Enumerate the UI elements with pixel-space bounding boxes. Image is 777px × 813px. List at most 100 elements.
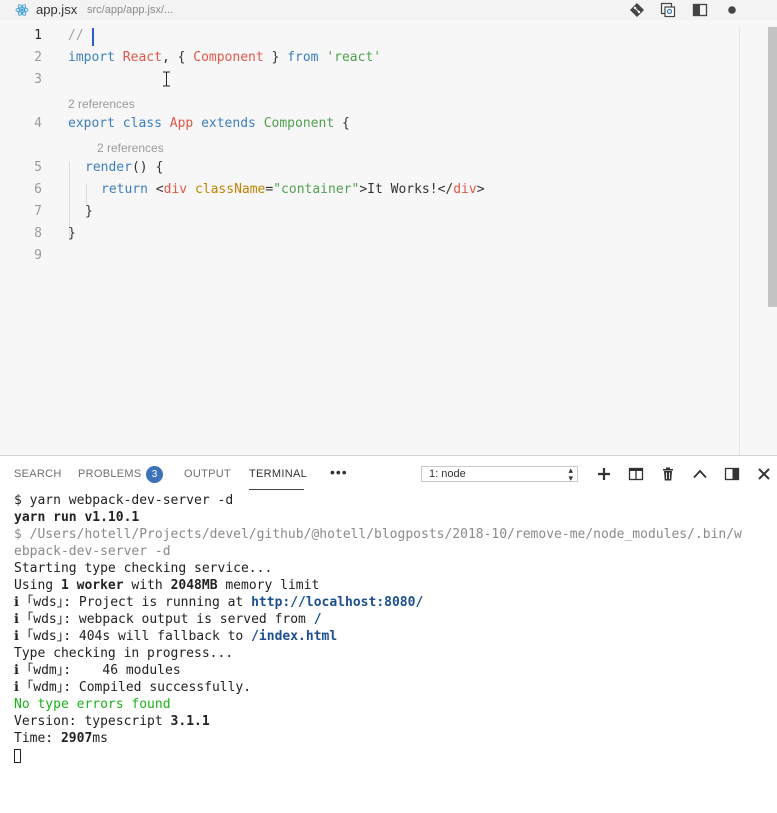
- text: ℹ ｢wds｣: 404s will fallback to: [14, 629, 252, 644]
- terminal-cursor: [14, 748, 21, 763]
- code-editor[interactable]: 1 2 3 4 5 6 7 8 9 // import React, { Com…: [0, 20, 777, 455]
- terminal-select-value: 1: node: [429, 468, 466, 480]
- editor-tab-bar: app.jsx src/app/app.jsx/...: [0, 0, 777, 20]
- codelens-references[interactable]: 2 references: [68, 97, 135, 111]
- text-cursor: [92, 28, 94, 46]
- text: with: [123, 578, 171, 593]
- text: ℹ ｢wds｣: Project is running at: [14, 595, 252, 610]
- terminal-line: ℹ ｢wds｣: webpack output is served from /: [14, 611, 764, 628]
- code-line-2[interactable]: import React, { Component } from 'react': [68, 50, 381, 65]
- terminal-line: $ /Users/hotell/Projects/devel/github/@h…: [14, 527, 742, 542]
- terminal-prompt[interactable]: [14, 747, 764, 764]
- keyword: from: [287, 50, 319, 65]
- text: Time:: [14, 731, 61, 746]
- jsx-attribute: className: [194, 182, 266, 197]
- string: 'react': [326, 50, 382, 65]
- code-line-8[interactable]: }: [68, 226, 76, 241]
- terminal-line: ℹ ｢wdm｣: 46 modules: [14, 663, 181, 678]
- terminal-line: Version: typescript 3.1.1: [14, 713, 764, 730]
- terminal-link[interactable]: http://localhost:8080/: [251, 595, 423, 610]
- text-bold: 1 worker: [60, 578, 124, 593]
- trash-icon[interactable]: [660, 466, 676, 482]
- terminal-line: Starting type checking service...: [14, 561, 273, 576]
- line-number: 1: [34, 28, 42, 43]
- indent-guide: [86, 184, 87, 206]
- terminal-output[interactable]: $ yarn webpack-dev-server -d yarn run v1…: [14, 492, 764, 764]
- maximize-panel-icon[interactable]: [692, 466, 708, 482]
- terminal-line: No type errors found: [14, 697, 171, 712]
- terminal-line: yarn run v1.10.1: [14, 510, 140, 525]
- keyword: export: [68, 116, 115, 131]
- code-line-1[interactable]: //: [68, 28, 84, 43]
- text: ℹ ｢wds｣: webpack output is served from: [14, 612, 314, 627]
- code-line-7[interactable]: }: [85, 204, 93, 219]
- code-line-5[interactable]: render() {: [85, 160, 163, 175]
- open-preview-icon[interactable]: [660, 2, 676, 18]
- text: Version: typescript: [14, 714, 171, 729]
- keyword: return: [101, 182, 148, 197]
- terminal-line: ℹ ｢wds｣: Project is running at http://lo…: [14, 594, 764, 611]
- terminal-path: /index.html: [251, 629, 338, 644]
- tab-path: src/app/app.jsx/...: [87, 4, 174, 16]
- tab-search[interactable]: SEARCH: [14, 468, 62, 480]
- terminal-line: ℹ ｢wds｣: 404s will fallback to /index.ht…: [14, 628, 764, 645]
- split-terminal-icon[interactable]: [628, 466, 644, 482]
- text: Using: [14, 578, 61, 593]
- identifier: Component: [193, 50, 264, 65]
- line-number: 3: [34, 72, 42, 87]
- comment: //: [68, 28, 84, 43]
- terminal-select[interactable]: 1: node ▴ ▾: [421, 465, 578, 483]
- toggle-panel-icon[interactable]: [724, 466, 740, 482]
- punctuation: () {: [131, 160, 164, 175]
- code-line-4[interactable]: export class App extends Component {: [68, 116, 350, 131]
- more-actions-button[interactable]: •••: [330, 464, 348, 480]
- punctuation: <: [147, 182, 164, 197]
- line-number: 2: [34, 50, 42, 65]
- text: ms: [92, 731, 108, 746]
- punctuation: }: [68, 226, 76, 241]
- terminal-line: ebpack-dev-server -d: [14, 544, 171, 559]
- tab-title[interactable]: app.jsx: [36, 2, 77, 17]
- jsx-tag: div: [453, 182, 477, 197]
- keyword: class: [122, 116, 162, 131]
- tab-output[interactable]: OUTPUT: [184, 468, 231, 480]
- line-number: 5: [34, 160, 42, 175]
- close-panel-icon[interactable]: [756, 466, 772, 482]
- add-terminal-icon[interactable]: [596, 466, 612, 482]
- terminal-line: Using 1 worker with 2048MB memory limit: [14, 577, 764, 594]
- unsaved-dot-icon[interactable]: [724, 2, 740, 18]
- tab-terminal[interactable]: TERMINAL: [249, 468, 307, 480]
- tab-problems[interactable]: PROBLEMS: [78, 468, 142, 480]
- git-compare-icon[interactable]: [629, 2, 645, 18]
- punctuation: , {: [161, 50, 194, 65]
- keyword: import: [68, 50, 115, 65]
- code-line-6[interactable]: return <div className="container">It Wor…: [101, 182, 485, 197]
- jsx-tag: div: [163, 182, 188, 197]
- base-class: Component: [263, 116, 335, 131]
- string: "container": [273, 182, 360, 197]
- editor-scrollbar[interactable]: [768, 27, 777, 307]
- split-editor-icon[interactable]: [692, 2, 708, 18]
- line-number: 4: [34, 116, 42, 131]
- identifier: React: [122, 50, 162, 65]
- terminal-line: $ yarn webpack-dev-server -d: [14, 493, 234, 508]
- line-number: 6: [34, 182, 42, 197]
- text-bold: 2907: [60, 731, 93, 746]
- problems-count-badge: 3: [146, 466, 163, 483]
- updown-arrows-icon: ▴ ▾: [568, 465, 573, 483]
- terminal-line: ℹ ｢wdm｣: Compiled successfully.: [14, 680, 252, 695]
- text-bold: 3.1.1: [170, 714, 210, 729]
- text: memory limit: [217, 578, 320, 593]
- react-icon: [15, 4, 29, 16]
- active-tab-indicator: [249, 489, 304, 490]
- punctuation: >: [476, 182, 485, 197]
- ibeam-cursor-icon: [163, 71, 170, 87]
- terminal-line: Type checking in progress...: [14, 646, 234, 661]
- punctuation: }: [263, 50, 288, 65]
- bottom-panel: SEARCH PROBLEMS 3 OUTPUT TERMINAL ••• 1:…: [0, 455, 777, 813]
- punctuation: }: [85, 204, 93, 219]
- line-number: 7: [34, 204, 42, 219]
- codelens-references[interactable]: 2 references: [97, 141, 164, 155]
- editor-ruler: [739, 27, 740, 455]
